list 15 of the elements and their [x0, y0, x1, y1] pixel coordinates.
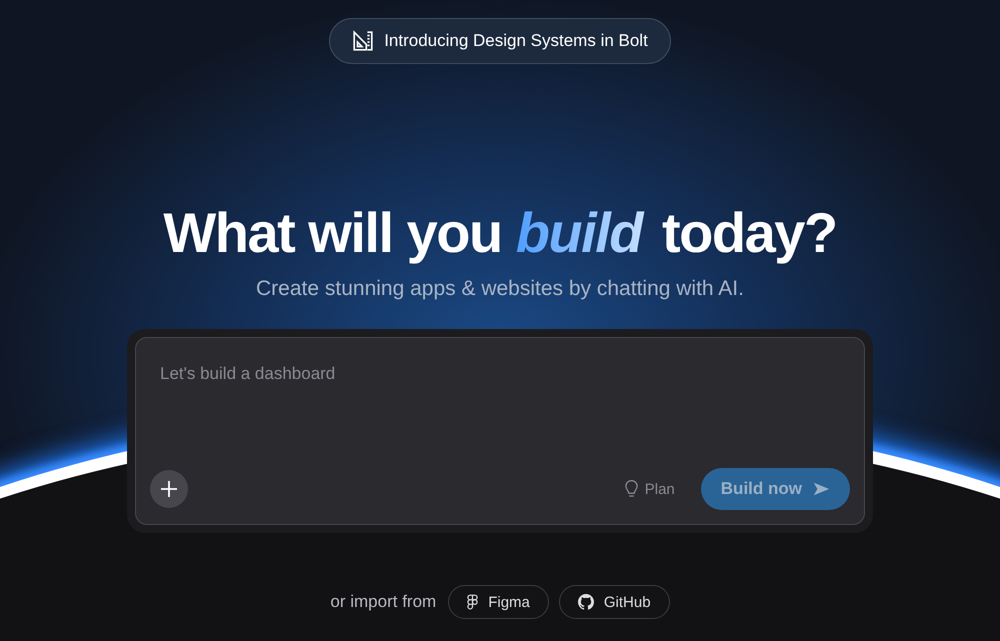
add-button[interactable] [150, 470, 188, 508]
headline: What will you build today? [163, 200, 837, 265]
subtitle: Create stunning apps & websites by chatting with AI. [256, 277, 744, 301]
set-square-ruler-icon [352, 30, 374, 52]
plan-button[interactable]: Plan [618, 478, 681, 500]
github-logo-icon [578, 594, 594, 610]
plus-icon [159, 479, 179, 499]
announcement-button[interactable]: Introducing Design Systems in Bolt [329, 18, 671, 64]
import-label: or import from [330, 592, 436, 612]
figma-import-button[interactable]: Figma [448, 585, 549, 619]
lightbulb-icon [624, 480, 639, 498]
send-icon [812, 480, 830, 498]
prompt-input-field[interactable]: Let's build a dashboard [150, 338, 850, 468]
figma-logo-icon [467, 594, 478, 610]
github-import-button[interactable]: GitHub [558, 585, 670, 619]
